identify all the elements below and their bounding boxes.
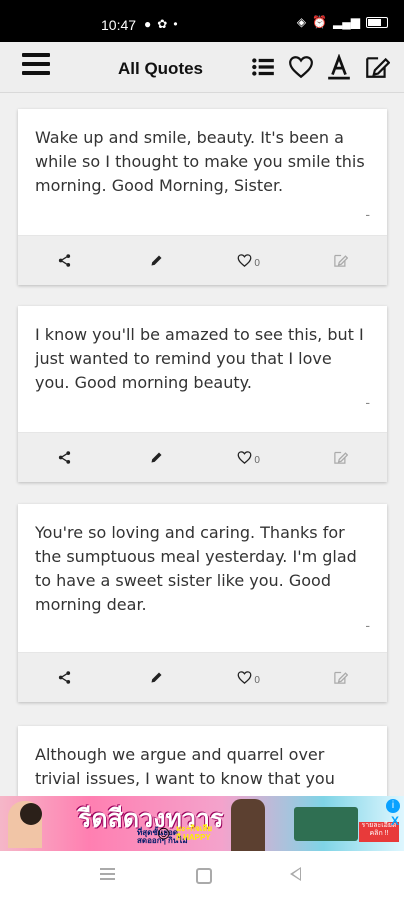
signal-icon: ▂▄▆ — [333, 15, 360, 29]
dot-icon: • — [173, 17, 184, 31]
like-button[interactable]: 0 — [203, 253, 295, 269]
page-title: All Quotes — [118, 59, 204, 78]
share-button[interactable] — [18, 450, 110, 465]
quote-author: - — [365, 617, 370, 633]
close-icon[interactable]: X — [391, 814, 399, 828]
recents-icon[interactable] — [100, 868, 115, 881]
share-button[interactable] — [18, 253, 110, 268]
quote-author: - — [365, 206, 370, 222]
ad-man-image — [231, 799, 265, 851]
edit-note-icon — [334, 671, 349, 684]
ad-tagline: มะ+กิจเสีย กี HAPPY — [176, 824, 213, 842]
quote-card[interactable]: I know you'll be amazed to see this, but… — [18, 306, 387, 482]
list-icon[interactable] — [249, 52, 277, 82]
like-button[interactable]: 0 — [203, 670, 295, 686]
quote-card[interactable]: Although we argue and quarrel over trivi… — [18, 726, 387, 796]
notification-icons: ●✿• — [144, 17, 184, 31]
like-count: 0 — [254, 674, 260, 686]
quote-text: I know you'll be amazed to see this, but… — [35, 325, 364, 392]
edit-button[interactable] — [110, 670, 202, 685]
pencil-icon — [151, 255, 162, 266]
smile-icon: ☺ — [154, 823, 174, 844]
ad-product-image — [294, 807, 358, 841]
ad-banner[interactable]: รีดสีดวงทวาร ที่สุดชั้นยอด สดออกๆ กินไม่… — [0, 796, 404, 851]
battery-icon — [366, 16, 388, 28]
edit-note-icon[interactable] — [363, 52, 391, 82]
settings-icon: ✿ — [157, 17, 174, 31]
chat-icon: ● — [144, 17, 158, 31]
app-bar: All Quotes — [0, 42, 404, 93]
quote-author: - — [365, 394, 370, 410]
alarm-icon: ⏰ — [312, 15, 328, 29]
info-icon[interactable]: i — [386, 799, 400, 813]
status-time: 10:47 — [101, 17, 137, 33]
toolbar-actions — [249, 52, 391, 82]
quote-actions: 0 — [18, 235, 387, 285]
copy-button[interactable] — [295, 450, 387, 465]
text-format-icon[interactable] — [325, 52, 353, 82]
quote-text: Wake up and smile, beauty. It's been a w… — [35, 128, 365, 195]
edit-note-icon — [334, 254, 349, 267]
share-icon — [58, 671, 70, 684]
wifi-icon: ◈ — [296, 15, 307, 29]
like-button[interactable]: 0 — [203, 450, 295, 466]
heart-icon — [237, 671, 252, 684]
home-icon[interactable] — [196, 868, 212, 884]
like-count: 0 — [254, 257, 260, 269]
edit-button[interactable] — [110, 253, 202, 268]
edit-button[interactable] — [110, 450, 202, 465]
system-icons: ◈ ⏰ ▂▄▆ — [297, 15, 388, 29]
pencil-icon — [151, 672, 162, 683]
quote-actions: 0 — [18, 432, 387, 482]
pencil-icon — [151, 452, 162, 463]
quote-list[interactable]: Wake up and smile, beauty. It's been a w… — [0, 92, 404, 796]
back-icon[interactable] — [290, 867, 301, 881]
heart-icon[interactable] — [287, 52, 315, 82]
quote-actions: 0 — [18, 652, 387, 702]
share-button[interactable] — [18, 670, 110, 685]
heart-icon — [237, 451, 252, 464]
quote-card[interactable]: Wake up and smile, beauty. It's been a w… — [18, 109, 387, 285]
like-count: 0 — [254, 454, 260, 466]
copy-button[interactable] — [295, 253, 387, 268]
edit-note-icon — [334, 451, 349, 464]
system-nav-bar — [0, 851, 404, 900]
copy-button[interactable] — [295, 670, 387, 685]
ad-person-image — [8, 801, 42, 848]
share-icon — [58, 451, 70, 464]
quote-text: Although we argue and quarrel over trivi… — [35, 745, 335, 796]
quote-card[interactable]: You're so loving and caring. Thanks for … — [18, 504, 387, 702]
status-bar: 10:47 ●✿• ◈ ⏰ ▂▄▆ — [0, 0, 404, 42]
heart-icon — [237, 254, 252, 267]
quote-text: You're so loving and caring. Thanks for … — [35, 523, 357, 614]
menu-icon[interactable] — [22, 53, 50, 79]
share-icon — [58, 254, 70, 267]
